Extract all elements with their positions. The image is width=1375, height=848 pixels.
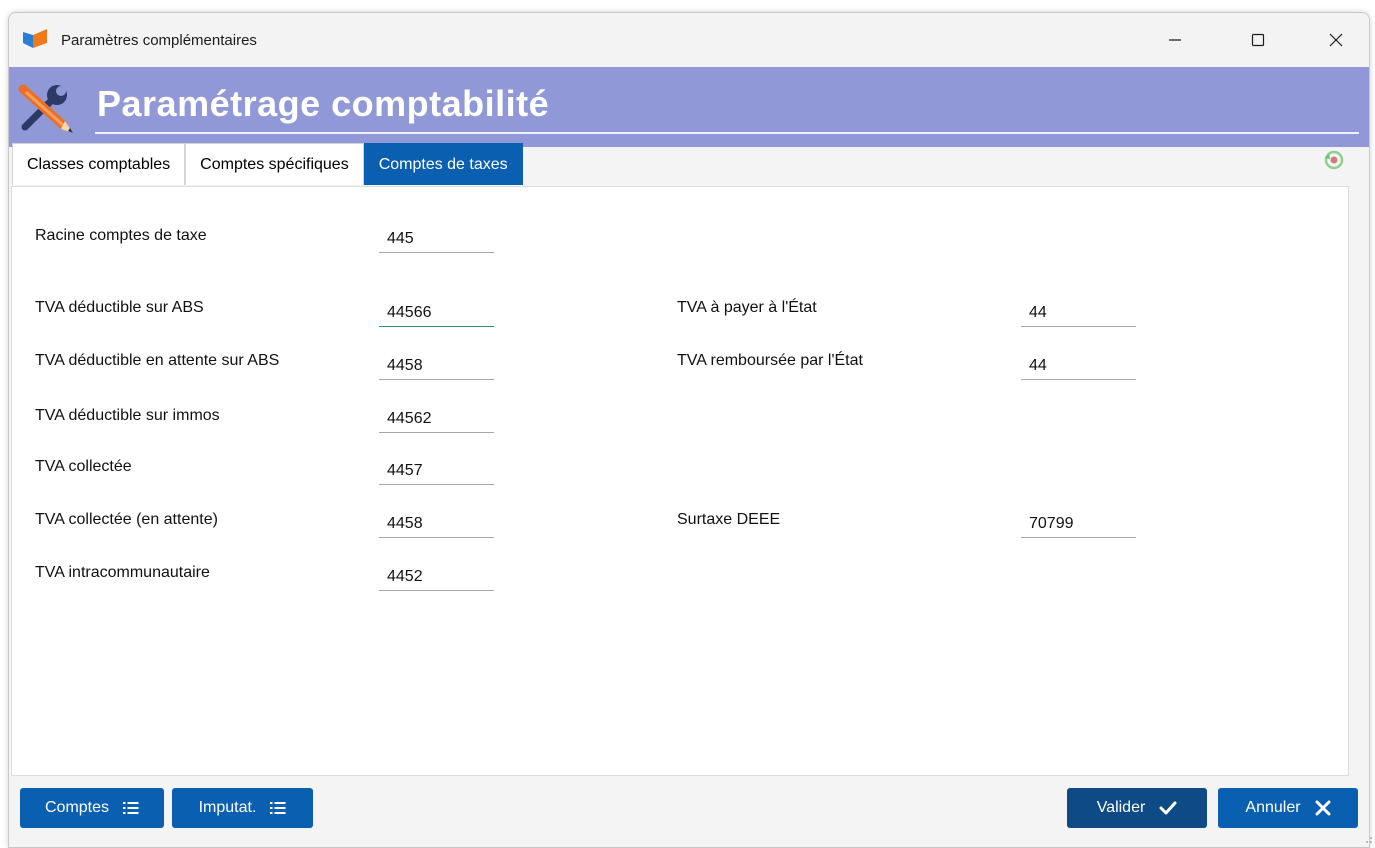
app-logo-icon xyxy=(23,29,47,48)
resize-grip-icon[interactable] xyxy=(1363,834,1373,844)
tva-deductible-abs-field[interactable] xyxy=(379,293,494,327)
tva-deductible-attente-abs-field[interactable] xyxy=(379,346,494,380)
tab-content-panel xyxy=(11,186,1349,776)
maximize-button[interactable] xyxy=(1235,13,1281,67)
valider-button[interactable]: Valider xyxy=(1067,788,1207,828)
imputat-button-label: Imputat. xyxy=(198,799,257,816)
label-tva-deductible-abs: TVA déductible sur ABS xyxy=(35,299,204,316)
comptes-button[interactable]: Comptes xyxy=(20,788,164,828)
title-bar: Paramètres complémentaires xyxy=(9,13,1369,67)
label-tva-remboursee: TVA remboursée par l'État xyxy=(677,352,863,369)
close-icon xyxy=(1329,33,1343,47)
label-surtaxe-deee: Surtaxe DEEE xyxy=(677,511,781,528)
tab-comptes-specifiques[interactable]: Comptes spécifiques xyxy=(185,143,364,185)
label-tva-a-payer: TVA à payer à l'État xyxy=(677,299,817,316)
minimize-icon xyxy=(1169,39,1181,41)
close-button[interactable] xyxy=(1313,13,1359,67)
comptes-button-label: Comptes xyxy=(44,799,110,816)
tva-collectee-field[interactable] xyxy=(379,451,494,485)
tva-a-payer-field[interactable] xyxy=(1021,293,1136,327)
tools-icon xyxy=(18,84,73,133)
tva-collectee-attente-field[interactable] xyxy=(379,504,494,538)
label-tva-collectee: TVA collectée xyxy=(35,458,132,475)
label-racine: Racine comptes de taxe xyxy=(35,227,207,244)
tva-remboursee-field[interactable] xyxy=(1021,346,1136,380)
racine-field[interactable] xyxy=(379,219,494,253)
page-title: Paramétrage comptabilité xyxy=(97,83,550,124)
close-icon xyxy=(1315,800,1331,816)
list-icon xyxy=(123,802,139,814)
label-tva-collectee-attente: TVA collectée (en attente) xyxy=(35,511,218,528)
annuler-button[interactable]: Annuler xyxy=(1218,788,1358,828)
list-icon xyxy=(270,802,286,814)
annuler-button-label: Annuler xyxy=(1245,799,1301,816)
minimize-button[interactable] xyxy=(1152,13,1198,67)
tab-comptes-de-taxes[interactable]: Comptes de taxes xyxy=(363,143,523,185)
check-icon xyxy=(1159,801,1177,815)
tab-classes-comptables[interactable]: Classes comptables xyxy=(12,143,186,185)
tva-intracom-field[interactable] xyxy=(379,557,494,591)
label-tva-intracom: TVA intracommunautaire xyxy=(35,564,210,581)
window-title: Paramètres complémentaires xyxy=(61,32,257,49)
valider-button-label: Valider xyxy=(1096,799,1146,816)
header-banner: Paramétrage comptabilité xyxy=(9,67,1369,147)
banner-underline xyxy=(95,132,1359,134)
imputat-button[interactable]: Imputat. xyxy=(172,788,313,828)
tab-bar: Classes comptables Comptes spécifiques C… xyxy=(12,143,523,186)
surtaxe-deee-field[interactable] xyxy=(1021,504,1136,538)
tva-deductible-immos-field[interactable] xyxy=(379,399,494,433)
maximize-icon xyxy=(1251,33,1265,47)
label-tva-deductible-immos: TVA déductible sur immos xyxy=(35,407,220,424)
label-tva-deductible-attente-abs: TVA déductible en attente sur ABS xyxy=(35,352,280,369)
refresh-icon[interactable] xyxy=(1323,149,1345,171)
